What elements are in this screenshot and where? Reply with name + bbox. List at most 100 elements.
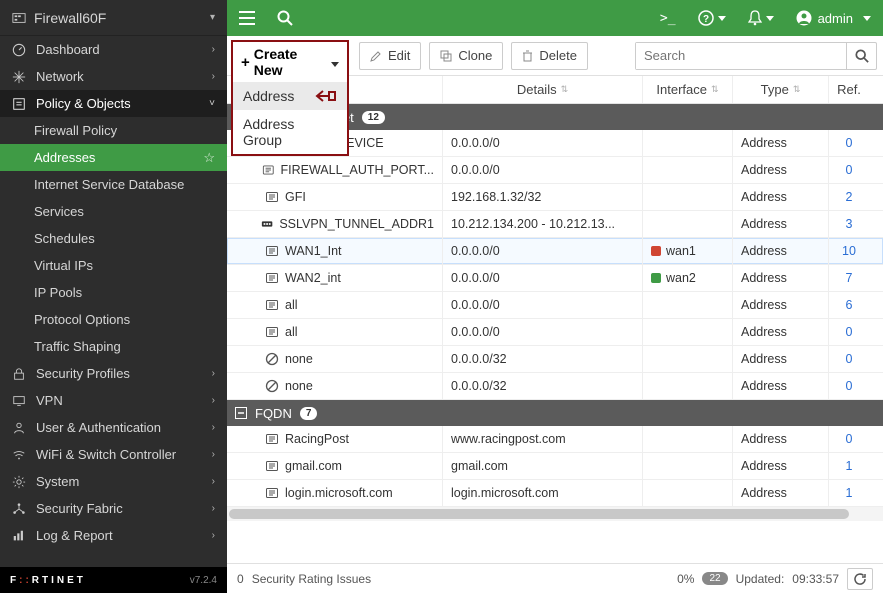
sidebar-item-network[interactable]: Network› bbox=[0, 63, 227, 90]
create-new-button[interactable]: + Create New bbox=[233, 42, 347, 82]
sidebar-sub-services[interactable]: Services bbox=[0, 198, 227, 225]
row-details: 0.0.0.0/0 bbox=[451, 244, 500, 258]
dropdown-item-address-group[interactable]: Address Group bbox=[233, 110, 347, 154]
row-ref[interactable]: 3 bbox=[846, 217, 853, 231]
search-button[interactable] bbox=[846, 43, 876, 69]
row-ref[interactable]: 0 bbox=[846, 325, 853, 339]
create-new-label: Create New bbox=[254, 46, 325, 78]
dropdown-item-address[interactable]: Address bbox=[233, 82, 347, 110]
group-fqdn[interactable]: FQDN 7 bbox=[227, 400, 883, 426]
row-name: SSLVPN_TUNNEL_ADDR1 bbox=[279, 217, 434, 231]
help-icon[interactable]: ? bbox=[698, 10, 726, 27]
col-type[interactable]: Type bbox=[733, 76, 829, 103]
row-type: Address bbox=[741, 379, 787, 393]
col-details[interactable]: Details bbox=[443, 76, 643, 103]
row-ref[interactable]: 2 bbox=[846, 190, 853, 204]
row-ref[interactable]: 0 bbox=[846, 379, 853, 393]
clone-button[interactable]: Clone bbox=[429, 42, 503, 70]
address-icon bbox=[262, 163, 275, 177]
row-ref[interactable]: 0 bbox=[846, 163, 853, 177]
menu-icon[interactable] bbox=[239, 11, 255, 25]
sidebar-sub-traffic-shaping[interactable]: Traffic Shaping bbox=[0, 333, 227, 360]
interface-tag: wan1 bbox=[651, 244, 696, 258]
sidebar-sub-addresses[interactable]: Addresses☆ bbox=[0, 144, 227, 171]
net-icon bbox=[12, 70, 26, 84]
address-icon bbox=[265, 271, 279, 285]
sidebar-item-policy-objects[interactable]: Policy & Objects˅ bbox=[0, 90, 227, 117]
sidebar-sub-firewall-policy[interactable]: Firewall Policy bbox=[0, 117, 227, 144]
gauge-icon bbox=[12, 43, 26, 57]
row-type: Address bbox=[741, 190, 787, 204]
arrow-left-icon bbox=[315, 89, 337, 103]
row-type: Address bbox=[741, 298, 787, 312]
brand-logo: F::RTINET bbox=[10, 575, 86, 586]
trash-icon bbox=[522, 50, 533, 62]
row-ref[interactable]: 1 bbox=[846, 459, 853, 473]
row-name: all bbox=[285, 325, 298, 339]
col-interface[interactable]: Interface bbox=[643, 76, 733, 103]
chevron-icon: › bbox=[212, 71, 215, 82]
refresh-button[interactable] bbox=[847, 568, 873, 590]
edit-button[interactable]: Edit bbox=[359, 42, 421, 70]
user-menu[interactable]: admin bbox=[796, 10, 871, 26]
lock-icon bbox=[12, 367, 26, 381]
col-ref[interactable]: Ref. bbox=[829, 76, 869, 103]
clone-icon bbox=[440, 50, 452, 62]
table-row[interactable]: RacingPost www.racingpost.com Address 0 bbox=[227, 426, 883, 453]
search-icon[interactable] bbox=[277, 10, 293, 26]
fabric-icon bbox=[12, 502, 26, 516]
sidebar-item-security-fabric[interactable]: Security Fabric› bbox=[0, 495, 227, 522]
edit-label: Edit bbox=[388, 48, 410, 63]
row-type: Address bbox=[741, 325, 787, 339]
sidebar-item-dashboard[interactable]: Dashboard› bbox=[0, 36, 227, 63]
row-name: gmail.com bbox=[285, 459, 342, 473]
none-icon bbox=[265, 379, 279, 393]
table-body: IP Range/Subnet 12 FABRIC_DEVICE 0.0.0.0… bbox=[227, 104, 883, 563]
table-row[interactable]: all 0.0.0.0/0 Address 6 bbox=[227, 292, 883, 319]
address-icon bbox=[265, 190, 279, 204]
row-ref[interactable]: 1 bbox=[846, 486, 853, 500]
sidebar-item-user-authentication[interactable]: User & Authentication› bbox=[0, 414, 227, 441]
table-row[interactable]: all 0.0.0.0/0 Address 0 bbox=[227, 319, 883, 346]
chevron-icon: › bbox=[212, 449, 215, 460]
row-ref[interactable]: 0 bbox=[846, 136, 853, 150]
search-input[interactable] bbox=[636, 43, 846, 69]
horizontal-scrollbar[interactable] bbox=[227, 507, 883, 521]
user-label: admin bbox=[818, 11, 853, 26]
table-row[interactable]: GFI 192.168.1.32/32 Address 2 bbox=[227, 184, 883, 211]
row-ref[interactable]: 0 bbox=[846, 352, 853, 366]
none-icon bbox=[265, 352, 279, 366]
sidebar-sub-protocol-options[interactable]: Protocol Options bbox=[0, 306, 227, 333]
sidebar-sub-internet-service-database[interactable]: Internet Service Database bbox=[0, 171, 227, 198]
row-ref[interactable]: 6 bbox=[846, 298, 853, 312]
table-row[interactable]: none 0.0.0.0/32 Address 0 bbox=[227, 373, 883, 400]
delete-button[interactable]: Delete bbox=[511, 42, 588, 70]
table-row[interactable]: FIREWALL_AUTH_PORT... 0.0.0.0/0 Address … bbox=[227, 157, 883, 184]
table-row[interactable]: login.microsoft.com login.microsoft.com … bbox=[227, 480, 883, 507]
sidebar-sub-ip-pools[interactable]: IP Pools bbox=[0, 279, 227, 306]
row-ref[interactable]: 10 bbox=[842, 244, 856, 258]
sidebar-item-wifi-switch-controller[interactable]: WiFi & Switch Controller› bbox=[0, 441, 227, 468]
device-header[interactable]: Firewall60F ▾ bbox=[0, 0, 227, 36]
plus-icon: + bbox=[241, 54, 250, 71]
bell-icon[interactable] bbox=[748, 10, 774, 27]
table-row[interactable]: WAN2_int 0.0.0.0/0 wan2 Address 7 bbox=[227, 265, 883, 292]
row-ref[interactable]: 7 bbox=[846, 271, 853, 285]
sidebar-item-security-profiles[interactable]: Security Profiles› bbox=[0, 360, 227, 387]
table-row[interactable]: gmail.com gmail.com Address 1 bbox=[227, 453, 883, 480]
table-row[interactable]: SSLVPN_TUNNEL_ADDR1 10.212.134.200 - 10.… bbox=[227, 211, 883, 238]
cli-icon[interactable]: >_ bbox=[660, 11, 676, 26]
sidebar-sub-schedules[interactable]: Schedules bbox=[0, 225, 227, 252]
table-row[interactable]: none 0.0.0.0/32 Address 0 bbox=[227, 346, 883, 373]
sidebar-item-log-report[interactable]: Log & Report› bbox=[0, 522, 227, 549]
table-row[interactable]: WAN1_Int 0.0.0.0/0 wan1 Address 10 bbox=[227, 238, 883, 265]
sidebar-sub-virtual-ips[interactable]: Virtual IPs bbox=[0, 252, 227, 279]
sidebar-item-system[interactable]: System› bbox=[0, 468, 227, 495]
row-details: 0.0.0.0/0 bbox=[451, 298, 500, 312]
row-type: Address bbox=[741, 459, 787, 473]
row-ref[interactable]: 0 bbox=[846, 432, 853, 446]
sidebar-item-vpn[interactable]: VPN› bbox=[0, 387, 227, 414]
chevron-icon: › bbox=[212, 422, 215, 433]
row-details: 0.0.0.0/0 bbox=[451, 271, 500, 285]
collapse-icon bbox=[235, 407, 247, 419]
